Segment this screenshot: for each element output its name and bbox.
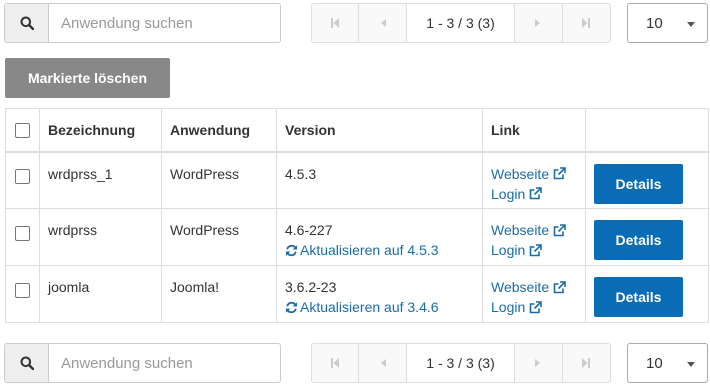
search-box <box>4 343 281 383</box>
row-version-cell: 4.6-227 Aktualisieren auf 4.5.3 <box>276 208 483 266</box>
column-header-version[interactable]: Version <box>276 108 483 153</box>
row-version: 3.6.2-23 <box>285 279 337 295</box>
prev-page-icon <box>380 359 386 367</box>
bottom-toolbar: 1 - 3 / 3 (3) 10 <box>4 343 708 385</box>
pagination: 1 - 3 / 3 (3) <box>311 343 611 383</box>
details-button[interactable]: Details <box>594 163 683 204</box>
row-links: Webseite Login <box>482 208 586 266</box>
login-link-label: Login <box>491 185 526 202</box>
website-link[interactable]: Webseite <box>491 220 566 240</box>
row-app: WordPress <box>161 151 277 209</box>
row-checkbox[interactable] <box>15 282 30 298</box>
caret-down-icon <box>687 22 695 27</box>
last-page-button[interactable] <box>563 4 610 42</box>
external-link-icon <box>529 243 543 256</box>
login-link[interactable]: Login <box>491 184 543 204</box>
select-all-cell <box>5 108 40 153</box>
row-version-cell: 3.6.2-23 Aktualisieren auf 3.4.6 <box>276 265 483 323</box>
row-version: 4.6-227 <box>285 222 333 238</box>
row-action-cell: Details <box>585 151 709 209</box>
caret-down-icon <box>687 362 695 367</box>
applications-table: Bezeichnung Anwendung Version Link wrdpr… <box>5 108 709 323</box>
row-links: Webseite Login <box>482 265 586 323</box>
table-row: joomla Joomla! 3.6.2-23 Aktualisieren au… <box>5 265 709 323</box>
row-version-cell: 4.5.3 <box>276 151 483 209</box>
login-link-label: Login <box>491 242 526 258</box>
delete-selected-button[interactable]: Markierte löschen <box>5 58 170 98</box>
row-checkbox[interactable] <box>15 169 30 185</box>
last-page-icon <box>582 18 591 28</box>
row-action-cell: Details <box>585 208 709 266</box>
row-action-cell: Details <box>585 265 709 323</box>
search-input[interactable] <box>49 344 280 382</box>
next-page-icon <box>535 19 541 27</box>
website-link-label: Webseite <box>491 279 550 295</box>
first-page-button[interactable] <box>312 344 360 382</box>
search-box <box>4 3 281 43</box>
search-button[interactable] <box>5 4 49 42</box>
refresh-icon <box>286 301 297 313</box>
search-icon <box>20 16 34 30</box>
update-link-label: Aktualisieren auf 4.5.3 <box>300 242 439 258</box>
last-page-button[interactable] <box>563 344 610 382</box>
website-link-label: Webseite <box>491 165 550 182</box>
row-version: 4.5.3 <box>285 165 317 182</box>
first-page-button[interactable] <box>312 4 360 42</box>
update-link[interactable]: Aktualisieren auf 4.5.3 <box>285 240 439 260</box>
details-button[interactable]: Details <box>594 220 683 260</box>
pagination-info: 1 - 3 / 3 (3) <box>406 4 516 42</box>
row-name: wrdprss <box>39 208 162 266</box>
top-toolbar: 1 - 3 / 3 (3) 10 <box>4 3 708 45</box>
search-button[interactable] <box>5 344 49 382</box>
row-checkbox[interactable] <box>15 225 30 241</box>
page-size-value: 10 <box>646 14 663 32</box>
column-header-app[interactable]: Anwendung <box>161 108 277 153</box>
column-header-link: Link <box>482 108 586 153</box>
column-header-actions <box>585 108 709 153</box>
login-link[interactable]: Login <box>491 297 543 317</box>
external-link-icon <box>553 223 566 236</box>
external-link-icon <box>529 300 543 313</box>
website-link-label: Webseite <box>491 222 550 238</box>
refresh-icon <box>286 244 297 256</box>
page-size-value: 10 <box>646 354 663 372</box>
row-name: wrdprss_1 <box>39 151 162 209</box>
next-page-button[interactable] <box>515 4 563 42</box>
prev-page-button[interactable] <box>359 344 407 382</box>
table-header-row: Bezeichnung Anwendung Version Link <box>5 108 709 153</box>
row-name: joomla <box>39 265 162 323</box>
prev-page-button[interactable] <box>359 4 407 42</box>
page-size-select[interactable]: 10 <box>627 343 708 383</box>
first-page-icon <box>331 358 340 368</box>
next-page-icon <box>535 359 541 367</box>
website-link[interactable]: Webseite <box>491 277 566 297</box>
prev-page-icon <box>380 19 386 27</box>
external-link-icon <box>529 187 543 200</box>
last-page-icon <box>582 358 591 368</box>
select-all-checkbox[interactable] <box>15 123 30 139</box>
row-app: Joomla! <box>161 265 277 323</box>
column-header-name[interactable]: Bezeichnung <box>39 108 162 153</box>
login-link-label: Login <box>491 299 526 315</box>
page-size-select[interactable]: 10 <box>627 3 708 43</box>
first-page-icon <box>331 18 340 28</box>
website-link[interactable]: Webseite <box>491 164 566 184</box>
next-page-button[interactable] <box>515 344 563 382</box>
update-link-label: Aktualisieren auf 3.4.6 <box>300 299 439 315</box>
pagination: 1 - 3 / 3 (3) <box>311 3 611 43</box>
search-input[interactable] <box>49 4 280 42</box>
table-row: wrdprss_1 WordPress 4.5.3 Webseite Login… <box>5 151 709 209</box>
login-link[interactable]: Login <box>491 240 543 260</box>
row-app: WordPress <box>161 208 277 266</box>
pagination-info: 1 - 3 / 3 (3) <box>406 344 516 382</box>
external-link-icon <box>553 280 566 293</box>
external-link-icon <box>553 167 566 180</box>
table-row: wrdprss WordPress 4.6-227 Aktualisieren … <box>5 208 709 266</box>
details-button[interactable]: Details <box>594 277 683 317</box>
search-icon <box>20 356 34 370</box>
update-link[interactable]: Aktualisieren auf 3.4.6 <box>285 297 439 317</box>
row-links: Webseite Login <box>482 151 586 209</box>
